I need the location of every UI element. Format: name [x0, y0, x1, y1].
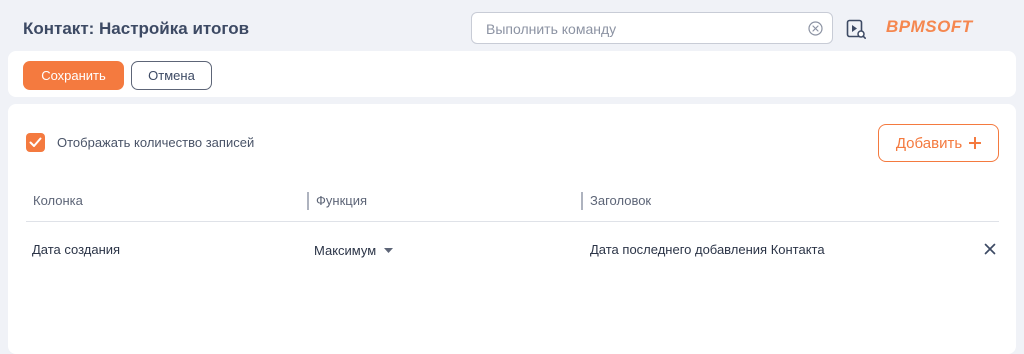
show-count-checkbox[interactable]: [26, 133, 45, 152]
page-title: Контакт: Настройка итогов: [23, 19, 250, 38]
caret-down-icon: [384, 247, 394, 253]
column-resize-handle[interactable]: [307, 192, 309, 210]
app-header: Контакт: Настройка итогов BPMSOFT: [0, 0, 1024, 56]
column-header-column: Колонка: [33, 193, 83, 208]
add-button[interactable]: Добавить: [878, 124, 999, 162]
summary-settings-panel: Отображать количество записей Добавить К…: [8, 104, 1016, 354]
checkmark-icon: [29, 137, 42, 147]
row-caption-cell: Дата последнего добавления Контакта: [590, 242, 825, 257]
command-input[interactable]: [484, 13, 808, 45]
plus-icon: [969, 137, 982, 149]
column-header-function: Функция: [316, 193, 367, 208]
save-button[interactable]: Сохранить: [23, 61, 124, 90]
row-column-cell: Дата создания: [32, 242, 121, 257]
video-help-icon[interactable]: [846, 19, 866, 39]
clear-circle-icon[interactable]: [808, 21, 823, 36]
toolbar: Сохранить Отмена: [8, 51, 1016, 97]
add-button-label: Добавить: [895, 134, 963, 152]
close-icon[interactable]: [984, 243, 996, 255]
column-resize-handle[interactable]: [581, 192, 583, 210]
cancel-button[interactable]: Отмена: [131, 61, 212, 90]
column-header-caption: Заголовок: [590, 193, 652, 208]
show-count-label: Отображать количество записей: [57, 135, 255, 150]
function-select-value: Максимум: [314, 242, 377, 258]
function-select[interactable]: Максимум: [314, 240, 394, 260]
brand-logo: BPMSOFT: [886, 17, 973, 36]
command-box[interactable]: [471, 12, 833, 45]
header-divider: [26, 221, 999, 222]
